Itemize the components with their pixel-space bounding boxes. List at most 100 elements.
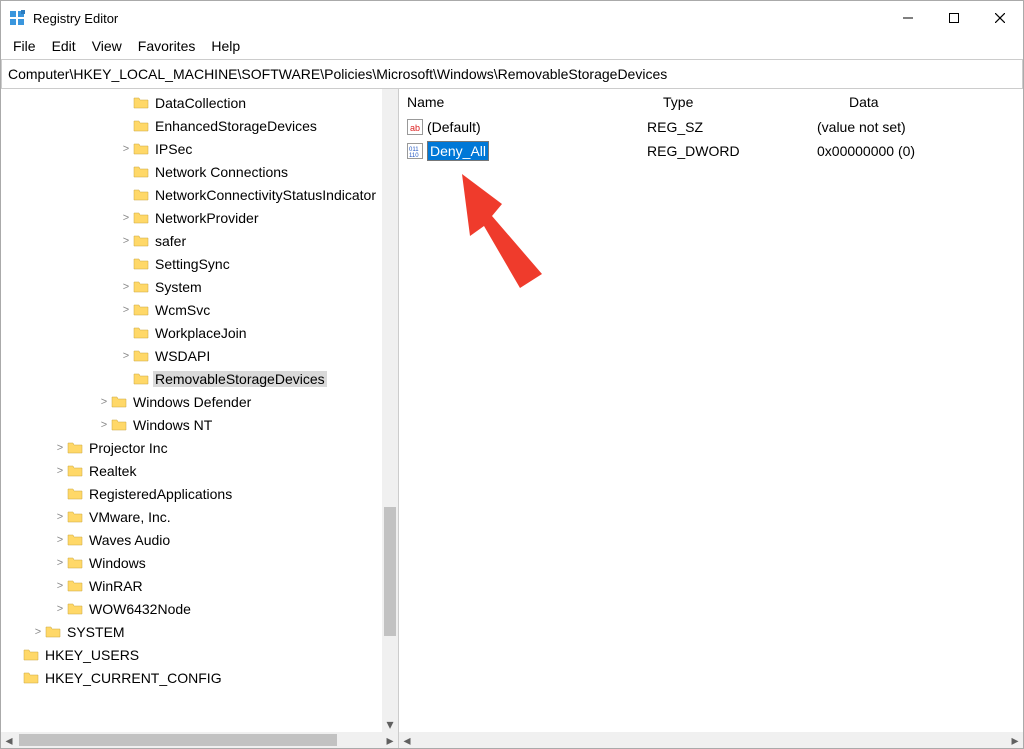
expand-chevron-icon[interactable]: > [119, 143, 133, 155]
value-name-edit[interactable]: Deny_All [427, 141, 489, 161]
folder-icon [67, 601, 83, 617]
menu-favorites[interactable]: Favorites [130, 37, 204, 55]
tree-item[interactable]: > NetworkProvider [1, 206, 382, 229]
expand-chevron-icon[interactable]: > [119, 235, 133, 247]
tree-item[interactable]: >WcmSvc [1, 298, 382, 321]
tree-item-label: IPSec [153, 141, 194, 157]
tree-item[interactable]: > WOW6432Node [1, 597, 382, 620]
tree-pane: DataCollection EnhancedStorageDevices > IPS… [1, 89, 399, 748]
scrollbar-thumb[interactable] [19, 734, 337, 746]
address-bar[interactable]: Computer\HKEY_LOCAL_MACHINE\SOFTWARE\Pol… [1, 59, 1023, 89]
expand-chevron-icon[interactable]: > [119, 304, 133, 316]
tree-item[interactable]: >Windows NT [1, 413, 382, 436]
tree-item[interactable]: >Waves Audio [1, 528, 382, 551]
tree-item[interactable]: >WinRAR [1, 574, 382, 597]
folder-icon [133, 141, 149, 157]
expand-chevron-icon[interactable]: > [53, 534, 67, 546]
tree-item[interactable]: WorkplaceJoin [1, 321, 382, 344]
tree-item-label: Realtek [87, 463, 138, 479]
tree-item[interactable]: RemovableStorageDevices [1, 367, 382, 390]
folder-icon [67, 440, 83, 456]
folder-icon [133, 348, 149, 364]
folder-icon [111, 394, 127, 410]
scroll-right-arrow-icon[interactable]: ▸ [382, 732, 398, 748]
scroll-left-arrow-icon[interactable]: ◂ [1, 732, 17, 748]
column-name[interactable]: Name [399, 90, 655, 114]
tree-horizontal-scrollbar[interactable]: ◂ ▸ [1, 732, 398, 748]
tree-item[interactable]: > IPSec [1, 137, 382, 160]
expand-chevron-icon[interactable]: > [53, 442, 67, 454]
tree-item[interactable]: RegisteredApplications [1, 482, 382, 505]
list-header: Name Type Data [399, 89, 1023, 115]
tree-item[interactable]: Network Connections [1, 160, 382, 183]
scroll-down-arrow-icon[interactable]: ▾ [382, 716, 398, 732]
expand-chevron-icon[interactable]: > [53, 557, 67, 569]
column-type[interactable]: Type [655, 90, 841, 114]
tree-item-label: WSDAPI [153, 348, 212, 364]
tree-item[interactable]: DataCollection [1, 91, 382, 114]
expand-chevron-icon[interactable]: > [119, 281, 133, 293]
folder-icon [67, 578, 83, 594]
folder-icon [133, 233, 149, 249]
expand-chevron-icon[interactable]: > [53, 511, 67, 523]
tree-item[interactable]: HKEY_CURRENT_CONFIG [1, 666, 382, 689]
title-bar[interactable]: Registry Editor [1, 1, 1023, 35]
folder-icon [133, 279, 149, 295]
tree-item-label: WOW6432Node [87, 601, 193, 617]
close-button[interactable] [977, 1, 1023, 35]
tree-item[interactable]: >VMware, Inc. [1, 505, 382, 528]
tree-item-label: NetworkProvider [153, 210, 260, 226]
expand-chevron-icon[interactable]: > [53, 580, 67, 592]
tree-item[interactable]: > Windows Defender [1, 390, 382, 413]
expand-chevron-icon[interactable]: > [119, 350, 133, 362]
expand-chevron-icon[interactable]: > [97, 419, 111, 431]
tree-item[interactable]: > Windows [1, 551, 382, 574]
scroll-right-arrow-icon[interactable]: ▸ [1007, 732, 1023, 748]
menu-view[interactable]: View [84, 37, 130, 55]
folder-icon [133, 164, 149, 180]
tree-item[interactable]: EnhancedStorageDevices [1, 114, 382, 137]
expand-chevron-icon[interactable]: > [53, 603, 67, 615]
tree-item[interactable]: > System [1, 275, 382, 298]
folder-icon [133, 187, 149, 203]
tree-vertical-scrollbar[interactable]: ▾ [382, 89, 398, 732]
expand-chevron-icon[interactable]: > [97, 396, 111, 408]
folder-icon [45, 624, 61, 640]
folder-icon [133, 302, 149, 318]
tree-item[interactable]: > WSDAPI [1, 344, 382, 367]
value-name: (Default) [427, 119, 481, 135]
tree-item[interactable]: SettingSync [1, 252, 382, 275]
tree-item-label: Windows Defender [131, 394, 253, 410]
scrollbar-thumb[interactable] [384, 507, 396, 636]
address-text: Computer\HKEY_LOCAL_MACHINE\SOFTWARE\Pol… [8, 66, 667, 82]
value-type: REG_SZ [647, 119, 817, 135]
tree-item[interactable]: >SYSTEM [1, 620, 382, 643]
tree-item-label: Windows [87, 555, 148, 571]
regedit-icon [9, 10, 25, 26]
tree-item[interactable]: >Projector Inc [1, 436, 382, 459]
tree-item[interactable]: > Realtek [1, 459, 382, 482]
menu-edit[interactable]: Edit [44, 37, 84, 55]
list-horizontal-scrollbar[interactable]: ◂ ▸ [399, 732, 1023, 748]
tree-item-label: RegisteredApplications [87, 486, 234, 502]
expand-chevron-icon[interactable]: > [119, 212, 133, 224]
string-value-icon: ab [407, 119, 423, 135]
column-data[interactable]: Data [841, 90, 1023, 114]
maximize-button[interactable] [931, 1, 977, 35]
tree-item[interactable]: >safer [1, 229, 382, 252]
folder-icon [67, 463, 83, 479]
value-row[interactable]: 011110Deny_AllREG_DWORD0x00000000 (0) [399, 139, 1023, 163]
folder-icon [133, 95, 149, 111]
scroll-left-arrow-icon[interactable]: ◂ [399, 732, 415, 748]
minimize-button[interactable] [885, 1, 931, 35]
menu-help[interactable]: Help [203, 37, 248, 55]
expand-chevron-icon[interactable]: > [31, 626, 45, 638]
tree-item[interactable]: NetworkConnectivityStatusIndicator [1, 183, 382, 206]
tree-item-label: System [153, 279, 204, 295]
tree-item-label: DataCollection [153, 95, 248, 111]
menu-file[interactable]: File [5, 37, 44, 55]
tree-item[interactable]: HKEY_USERS [1, 643, 382, 666]
menu-bar: File Edit View Favorites Help [1, 35, 1023, 59]
expand-chevron-icon[interactable]: > [53, 465, 67, 477]
value-row[interactable]: ab(Default)REG_SZ(value not set) [399, 115, 1023, 139]
